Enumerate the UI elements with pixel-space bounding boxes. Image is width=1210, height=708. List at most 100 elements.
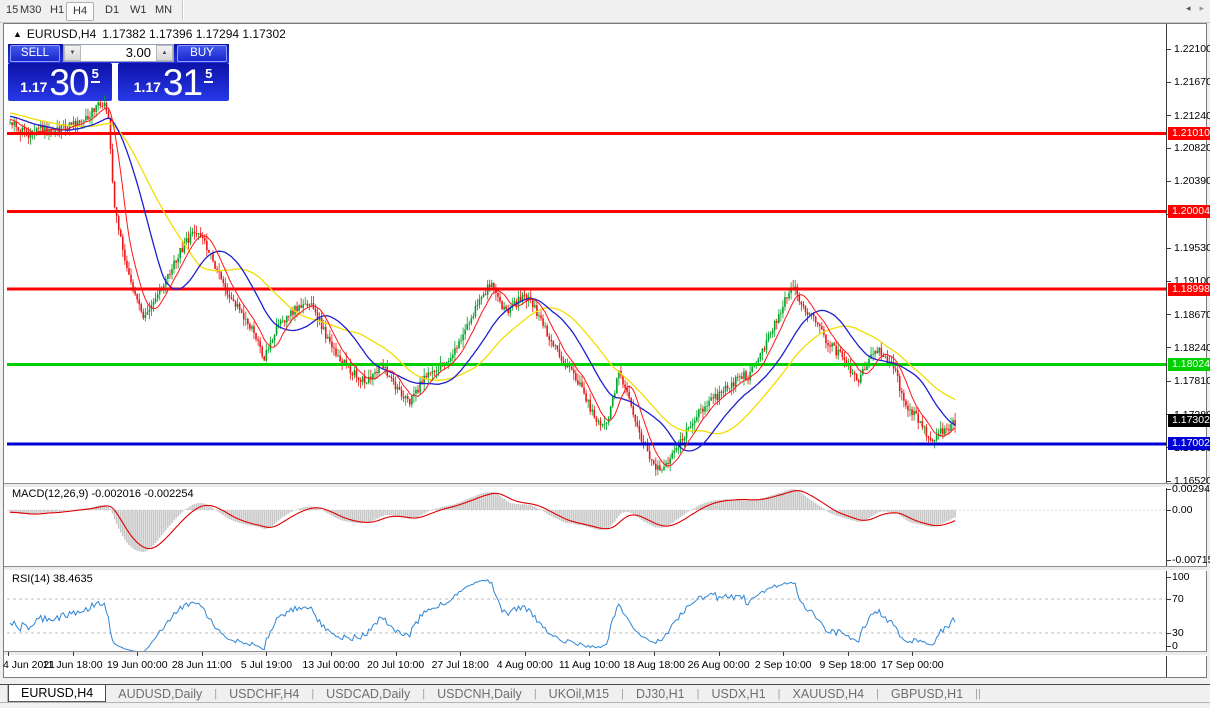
rsi-axis-label: 0 bbox=[1172, 640, 1178, 652]
ma-mid-line bbox=[9, 115, 956, 452]
tab-xauusd-h4[interactable]: XAUUSD,H4 bbox=[781, 685, 877, 703]
price-axis-tick bbox=[1167, 480, 1171, 482]
tab-audusd-daily[interactable]: AUDUSD,Daily bbox=[106, 685, 214, 703]
main-chart-canvas[interactable] bbox=[7, 25, 1166, 483]
price-axis-label: 1.21670 bbox=[1174, 76, 1210, 89]
date-axis-label: 5 Jul 19:00 bbox=[240, 659, 293, 671]
date-axis-tick bbox=[137, 652, 139, 656]
date-axis-label: 9 Sep 18:00 bbox=[819, 659, 877, 671]
price-axis-label: 1.19530 bbox=[1174, 242, 1210, 255]
tab-scroll-left-icon[interactable]: ◂ bbox=[1186, 3, 1191, 14]
macd-canvas[interactable] bbox=[7, 486, 1166, 566]
date-axis-tick bbox=[201, 652, 203, 656]
date-axis-label: 2 Sep 10:00 bbox=[754, 659, 812, 671]
rsi-canvas[interactable] bbox=[7, 571, 1166, 651]
price-axis-label: 1.20390 bbox=[1174, 175, 1210, 188]
tab-usdx-h1[interactable]: USDX,H1 bbox=[699, 685, 777, 703]
macd-axis-label: 0.00 bbox=[1172, 504, 1193, 516]
timeframe-button-m30[interactable]: M30 bbox=[14, 2, 47, 19]
rsi-axis-label: 100 bbox=[1172, 571, 1190, 583]
tab-bar-gutter bbox=[0, 685, 8, 703]
date-axis-label: 19 Jun 00:00 bbox=[106, 659, 168, 671]
date-axis-tick bbox=[266, 652, 268, 656]
date-axis-label: 4 Aug 00:00 bbox=[496, 659, 553, 671]
date-axis-tick bbox=[395, 652, 397, 656]
timeframe-button-d1[interactable]: D1 bbox=[99, 2, 125, 19]
panel-separator-dates bbox=[4, 651, 1207, 656]
date-axis-label: 17 Sep 00:00 bbox=[881, 659, 944, 671]
macd-axis-tick bbox=[1167, 489, 1171, 491]
candlestick-layer bbox=[9, 95, 956, 476]
price-tag-117002: 1.17002 bbox=[1168, 437, 1210, 451]
tab-dj30-h1[interactable]: DJ30,H1 bbox=[624, 685, 697, 703]
date-axis-label: 11 Jun 18:00 bbox=[42, 659, 103, 671]
price-tag-120004: 1.20004 bbox=[1168, 204, 1210, 218]
timeframe-toolbar: 15 M30 H1 H4 D1 W1 MN bbox=[0, 0, 1210, 23]
macd-axis-tick bbox=[1167, 559, 1171, 561]
tab-gbpusd-h1[interactable]: GBPUSD,H1 bbox=[879, 685, 975, 703]
price-axis-tick bbox=[1167, 180, 1171, 182]
price-tag-118024: 1.18024 bbox=[1168, 358, 1210, 372]
date-axis-label: 11 Aug 10:00 bbox=[558, 659, 620, 671]
timeframe-button-h4[interactable]: H4 bbox=[66, 2, 95, 21]
date-axis-label: 26 Aug 00:00 bbox=[687, 659, 750, 671]
price-axis-label: 1.17810 bbox=[1174, 375, 1210, 388]
date-axis-tick bbox=[72, 652, 74, 656]
price-axis-label: 1.20820 bbox=[1174, 142, 1210, 155]
timeframe-button-mn[interactable]: MN bbox=[149, 2, 178, 19]
date-axis-label: 20 Jul 10:00 bbox=[366, 659, 425, 671]
date-axis-tick bbox=[718, 652, 720, 656]
date-axis-label: 18 Aug 18:00 bbox=[623, 659, 685, 671]
date-axis-label: 13 Jul 00:00 bbox=[302, 659, 360, 671]
date-axis-tick bbox=[654, 652, 655, 656]
date-axis-tick bbox=[847, 652, 849, 656]
toolbar-separator bbox=[182, 1, 184, 20]
price-axis-tick bbox=[1167, 247, 1171, 249]
price-axis-label: 1.22100 bbox=[1174, 43, 1210, 55]
rsi-axis-label: 70 bbox=[1172, 593, 1184, 605]
date-axis-label: 27 Jul 18:00 bbox=[431, 659, 489, 671]
macd-axis-label: 0.002947 bbox=[1172, 483, 1210, 496]
date-axis-tick bbox=[331, 652, 332, 656]
ma-slow-line bbox=[9, 112, 956, 435]
price-axis-label: 1.18670 bbox=[1174, 308, 1210, 321]
price-axis-tick bbox=[1167, 380, 1171, 382]
macd-axis-label: -0.007153 bbox=[1172, 553, 1210, 566]
tab-eurusd-h4[interactable]: EURUSD,H4 bbox=[8, 684, 107, 703]
date-axis-label: 28 Jun 11:00 bbox=[171, 659, 232, 671]
price-axis-tick bbox=[1167, 314, 1171, 316]
price-axis-separator bbox=[1166, 24, 1167, 677]
date-axis-tick bbox=[460, 652, 462, 656]
price-axis-tick bbox=[1167, 115, 1171, 117]
price-axis-tick bbox=[1167, 147, 1171, 149]
date-axis-tick bbox=[912, 652, 914, 656]
macd-histogram bbox=[9, 489, 956, 553]
rsi-line bbox=[9, 578, 956, 651]
price-tag-117302: 1.17302 bbox=[1168, 414, 1210, 428]
tab-scroll-right-icon[interactable]: ▸ bbox=[1199, 3, 1204, 14]
date-axis-tick bbox=[589, 652, 591, 656]
price-axis-tick bbox=[1167, 81, 1171, 83]
price-axis-tick bbox=[1167, 48, 1171, 50]
price-axis-tick bbox=[1167, 347, 1171, 349]
macd-axis-tick bbox=[1167, 510, 1171, 511]
rsi-axis-tick bbox=[1167, 599, 1171, 600]
price-axis-tick bbox=[1167, 280, 1171, 282]
date-axis-tick bbox=[8, 652, 9, 656]
symbol-tab-bar: EURUSD,H4 AUDUSD,Daily | USDCHF,H4 | USDCAD,D… bbox=[0, 684, 1210, 703]
bottom-strip bbox=[0, 702, 1210, 708]
price-axis-label: 1.21240 bbox=[1174, 109, 1210, 122]
tab-usdcad-daily[interactable]: USDCAD,Daily bbox=[314, 685, 422, 703]
date-axis-tick bbox=[783, 652, 785, 656]
date-axis-tick bbox=[524, 652, 526, 656]
tab-usdchf-h4[interactable]: USDCHF,H4 bbox=[217, 685, 311, 703]
tab-usdcnh-daily[interactable]: USDCNH,Daily bbox=[425, 685, 534, 703]
rsi-axis-tick bbox=[1167, 577, 1171, 578]
tab-scroll-arrows: ◂ ▸ bbox=[1186, 3, 1204, 14]
rsi-axis-tick bbox=[1167, 633, 1171, 634]
price-tag-121010: 1.21010 bbox=[1168, 126, 1210, 140]
rsi-axis-label: 30 bbox=[1172, 627, 1184, 639]
trading-platform-screen: 15 M30 H1 H4 D1 W1 MN ▲ EURUSD,H4 1.17382 1.1739… bbox=[0, 0, 1210, 708]
tab-separator: | bbox=[978, 688, 981, 700]
tab-ukoil-m15[interactable]: UKOil,M15 bbox=[537, 685, 621, 703]
